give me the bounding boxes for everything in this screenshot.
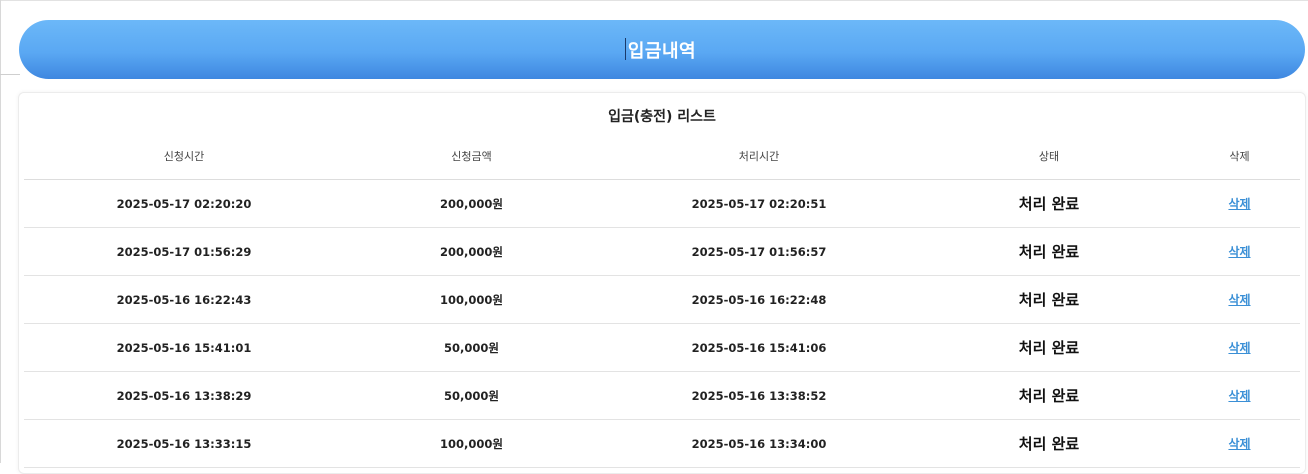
delete-link[interactable]: 삭제 [1228,245,1250,259]
column-header-processed-time: 처리시간 [738,150,780,163]
text-cursor [624,37,626,60]
amount-cell: 200,000원 [440,244,503,259]
page-title-text: 입금내역 [627,40,697,62]
status-cell: 처리 완료 [919,385,1179,406]
table-header: 신청시간 신청금액 처리시간 상태 삭제 [24,133,1300,180]
requested-time-cell: 2025-05-16 13:33:15 [116,436,252,451]
delete-cell: 삭제 [1179,435,1300,452]
card-title: 입금(충전) 리스트 [608,109,716,125]
delete-cell: 삭제 [1179,291,1300,308]
column-header-requested-time: 신청시간 [163,150,205,163]
page-header: 입금내역 [19,20,1305,79]
status-cell: 처리 완료 [919,337,1179,358]
frame-border-left [0,0,1,463]
table-row: 2025-05-16 15:41:01 50,000원 2025-05-16 1… [24,324,1300,372]
status-cell: 처리 완료 [919,241,1179,262]
amount-cell: 100,000원 [440,436,503,451]
status-cell: 처리 완료 [919,289,1179,310]
processed-time-cell: 2025-05-16 15:41:06 [691,340,827,355]
requested-time-cell: 2025-05-17 01:56:29 [116,244,252,259]
delete-link[interactable]: 삭제 [1228,293,1250,307]
amount-cell: 50,000원 [444,388,499,403]
table-row: 2025-05-17 02:20:20 200,000원 2025-05-17 … [24,180,1300,228]
requested-time-cell: 2025-05-16 13:38:29 [116,388,252,403]
delete-link[interactable]: 삭제 [1228,341,1250,355]
table-row: 2025-05-16 16:22:43 100,000원 2025-05-16 … [24,276,1300,324]
processed-time-cell: 2025-05-17 02:20:51 [691,196,827,211]
amount-cell: 100,000원 [440,292,503,307]
delete-link[interactable]: 삭제 [1228,437,1250,451]
page-title: 입금내역 [624,37,697,63]
status-text: 처리 완료 [1018,291,1080,309]
column-header-requested-amount: 신청금액 [451,150,492,163]
delete-link[interactable]: 삭제 [1228,389,1250,403]
page: 입금내역 입금(충전) 리스트 신청시간 신청금액 처리시간 상태 삭제 202… [0,0,1308,474]
status-cell: 처리 완료 [919,193,1179,214]
column-header-status: 상태 [1038,150,1060,163]
processed-time-cell: 2025-05-16 13:34:00 [691,436,827,451]
requested-time-cell: 2025-05-16 16:22:43 [116,292,252,307]
requested-time-cell: 2025-05-17 02:20:20 [116,196,252,211]
frame-border-top [0,0,1308,1]
status-text: 처리 완료 [1018,435,1080,453]
processed-time-cell: 2025-05-17 01:56:57 [691,244,827,259]
amount-cell: 50,000원 [444,340,499,355]
status-text: 처리 완료 [1018,339,1080,357]
table-row: 2025-05-17 01:56:29 200,000원 2025-05-17 … [24,228,1300,276]
table-row: 2025-05-16 13:33:15 100,000원 2025-05-16 … [24,420,1300,468]
processed-time-cell: 2025-05-16 13:38:52 [691,388,827,403]
delete-cell: 삭제 [1179,243,1300,260]
status-text: 처리 완료 [1018,243,1080,261]
table-row: 2025-05-16 13:38:29 50,000원 2025-05-16 1… [24,372,1300,420]
delete-cell: 삭제 [1179,387,1300,404]
delete-cell: 삭제 [1179,339,1300,356]
deposit-list-card: 입금(충전) 리스트 신청시간 신청금액 처리시간 상태 삭제 2025-05-… [18,92,1306,474]
frame-divider [0,74,20,75]
requested-time-cell: 2025-05-16 15:41:01 [116,340,252,355]
delete-cell: 삭제 [1179,195,1300,212]
processed-time-cell: 2025-05-16 16:22:48 [691,292,827,307]
deposit-table: 신청시간 신청금액 처리시간 상태 삭제 2025-05-17 02:20:20… [24,133,1300,468]
amount-cell: 200,000원 [440,196,503,211]
status-cell: 처리 완료 [919,433,1179,454]
status-text: 처리 완료 [1018,387,1080,405]
status-text: 처리 완료 [1018,195,1080,213]
delete-link[interactable]: 삭제 [1228,197,1250,211]
column-header-delete: 삭제 [1229,150,1250,163]
